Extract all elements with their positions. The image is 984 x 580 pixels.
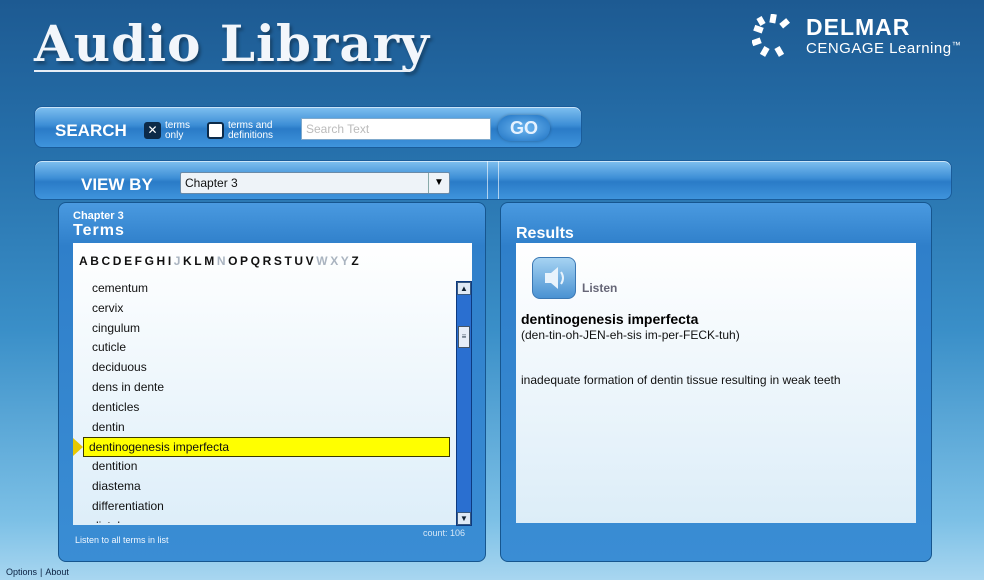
results-panel-title: Results bbox=[516, 225, 574, 242]
options-link[interactable]: Options bbox=[6, 567, 37, 577]
terms-only-checkbox[interactable]: ✕ bbox=[144, 122, 161, 139]
result-definition: inadequate formation of dentin tissue re… bbox=[521, 373, 841, 387]
term-list-item[interactable]: dens in dente bbox=[92, 378, 164, 396]
alphabet-letter[interactable]: E bbox=[124, 254, 132, 268]
term-list-item[interactable]: cementum bbox=[92, 279, 148, 297]
search-label: SEARCH bbox=[55, 121, 127, 140]
speaker-icon[interactable] bbox=[532, 257, 576, 299]
terms-count: count: 106 bbox=[423, 528, 466, 538]
alphabet-letter[interactable]: Z bbox=[351, 254, 358, 268]
term-list-item[interactable]: dentin bbox=[92, 418, 125, 436]
alphabet-letter[interactable]: S bbox=[274, 254, 282, 268]
alphabet-index: ABCDEFGHIJKLMNOPQRSTUVWXYZ bbox=[79, 254, 361, 268]
delmar-logo-icon bbox=[752, 14, 790, 57]
scroll-up-button[interactable]: ▲ bbox=[457, 282, 471, 295]
alphabet-letter[interactable]: C bbox=[102, 254, 111, 268]
alphabet-letter: X bbox=[330, 254, 339, 268]
alphabet-letter[interactable]: K bbox=[183, 254, 192, 268]
terms-panel-title: Terms bbox=[73, 222, 125, 239]
scroll-down-button[interactable]: ▼ bbox=[457, 512, 471, 525]
alphabet-letter[interactable]: Q bbox=[251, 254, 260, 268]
scroll-thumb[interactable]: ≡ bbox=[458, 326, 470, 348]
alphabet-letter[interactable]: F bbox=[135, 254, 142, 268]
panel-chapter-label: Chapter 3 bbox=[73, 210, 124, 222]
alphabet-letter[interactable]: P bbox=[240, 254, 248, 268]
terms-and-definitions-label: terms and definitions bbox=[228, 120, 274, 141]
terms-list-area: ABCDEFGHIJKLMNOPQRSTUVWXYZ cementum cervi… bbox=[73, 243, 472, 526]
view-by-label: VIEW BY bbox=[81, 175, 153, 194]
term-list-item[interactable]: differentiation bbox=[92, 497, 164, 515]
term-list-item[interactable]: cervix bbox=[92, 299, 123, 317]
result-pronunciation: (den-tin-oh-JEN-eh-sis im-per-FECK-tuh) bbox=[521, 328, 740, 342]
term-list-item[interactable]: distal bbox=[92, 517, 120, 523]
result-area: Listen dentinogenesis imperfecta (den-ti… bbox=[516, 243, 916, 523]
footer: Options | About bbox=[6, 567, 69, 577]
alphabet-letter: J bbox=[173, 254, 181, 268]
view-by-select[interactable]: Chapter 3 ▼ bbox=[180, 172, 450, 194]
term-list-item[interactable]: deciduous bbox=[92, 358, 147, 376]
search-bar: SEARCH ✕ terms only terms and definition… bbox=[34, 106, 582, 148]
app-title: Audio Library bbox=[34, 14, 431, 73]
publisher-logo: DELMAR CENGAGE Learning™ bbox=[752, 14, 972, 64]
view-by-bar: VIEW BY Chapter 3 ▼ bbox=[34, 160, 952, 200]
go-button[interactable]: GO bbox=[498, 115, 550, 141]
alphabet-letter[interactable]: D bbox=[113, 254, 122, 268]
alphabet-letter: W bbox=[316, 254, 328, 268]
bar-divider bbox=[487, 161, 499, 199]
term-list-item[interactable]: cingulum bbox=[92, 319, 140, 337]
search-input[interactable] bbox=[301, 118, 491, 140]
logo-text-line2: CENGAGE Learning™ bbox=[806, 40, 962, 57]
alphabet-letter[interactable]: G bbox=[145, 254, 154, 268]
alphabet-letter[interactable]: V bbox=[306, 254, 314, 268]
alphabet-letter[interactable]: U bbox=[294, 254, 303, 268]
alphabet-letter[interactable]: H bbox=[157, 254, 166, 268]
alphabet-letter[interactable]: R bbox=[263, 254, 272, 268]
terms-and-definitions-checkbox[interactable] bbox=[207, 122, 224, 139]
results-panel: Results Listen dentinogenesis imperfecta… bbox=[500, 202, 932, 562]
selection-arrow-icon bbox=[73, 438, 83, 457]
dropdown-arrow-icon[interactable]: ▼ bbox=[428, 173, 449, 193]
terms-only-label: terms only bbox=[165, 120, 190, 141]
title-underline bbox=[34, 70, 410, 72]
view-by-selected-value: Chapter 3 bbox=[185, 176, 238, 190]
alphabet-letter: N bbox=[216, 254, 226, 268]
alphabet-letter[interactable]: O bbox=[228, 254, 237, 268]
terms-list[interactable]: cementum cervix cingulum cuticle deciduous de… bbox=[73, 279, 455, 523]
alphabet-letter[interactable]: T bbox=[284, 254, 291, 268]
alphabet-letter[interactable]: L bbox=[194, 254, 201, 268]
term-list-item[interactable]: dentition bbox=[92, 457, 137, 475]
alphabet-letter[interactable]: I bbox=[168, 254, 171, 268]
listen-all-link[interactable]: Listen to all terms in list bbox=[75, 535, 169, 545]
result-term: dentinogenesis imperfecta bbox=[521, 311, 699, 327]
alphabet-letter[interactable]: B bbox=[90, 254, 99, 268]
terms-scrollbar[interactable]: ▲ ≡ ▼ bbox=[456, 281, 472, 526]
listen-button-label[interactable]: Listen bbox=[582, 281, 617, 295]
term-list-item[interactable]: denticles bbox=[92, 398, 139, 416]
alphabet-letter[interactable]: A bbox=[79, 254, 88, 268]
logo-text-line1: DELMAR bbox=[806, 14, 911, 40]
alphabet-letter: Y bbox=[340, 254, 349, 268]
footer-separator: | bbox=[40, 567, 43, 577]
terms-panel: Chapter 3 Terms ABCDEFGHIJKLMNOPQRSTUVWX… bbox=[58, 202, 486, 562]
term-list-item[interactable]: cuticle bbox=[92, 338, 126, 356]
alphabet-letter[interactable]: M bbox=[204, 254, 214, 268]
term-list-item[interactable]: dentinogenesis imperfecta bbox=[83, 437, 450, 458]
about-link[interactable]: About bbox=[45, 567, 69, 577]
term-list-item[interactable]: diastema bbox=[92, 477, 141, 495]
